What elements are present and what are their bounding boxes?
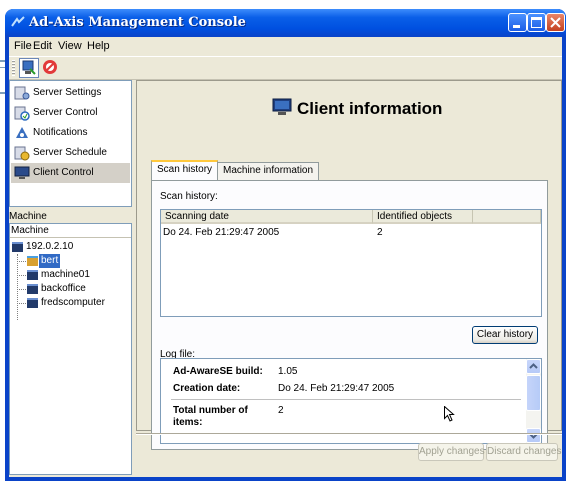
log-value-build: 1.05: [278, 366, 298, 377]
log-key-creation-date: Creation date:: [173, 383, 241, 394]
menu-view[interactable]: View: [58, 40, 82, 52]
log-divider: [171, 399, 521, 400]
toolbar-grip[interactable]: [12, 60, 15, 76]
footer-divider: [136, 433, 562, 435]
clear-history-button[interactable]: Clear history: [472, 326, 538, 344]
app-window: Ad-Axis Management Console File Edit Vie…: [5, 9, 566, 481]
tree-connector: [17, 254, 18, 320]
sidebar-item-client-control[interactable]: Client Control: [11, 163, 130, 183]
computer-icon: [12, 242, 23, 252]
scan-tool-button[interactable]: [41, 58, 61, 78]
maximize-button[interactable]: [527, 13, 546, 32]
apply-changes-button[interactable]: Apply changes: [418, 443, 485, 461]
computer-icon: [27, 284, 38, 294]
sidebar-item-label: Notifications: [33, 127, 88, 138]
menu-file[interactable]: File: [14, 40, 32, 52]
log-key-total-items: Total number of items:: [173, 405, 248, 428]
machine-tree: Machine 192.0.2.10 bert machine01 backof…: [9, 223, 132, 475]
server-schedule-icon: [14, 145, 30, 161]
scroll-thumb[interactable]: [526, 375, 541, 411]
sidebar-nav: Server Settings Server Control Notificat…: [9, 80, 132, 207]
client-info-panel: Client information Scan history Machine …: [136, 80, 562, 450]
close-button[interactable]: [546, 13, 565, 32]
sidebar-item-notifications[interactable]: Notifications: [11, 123, 130, 143]
window-title: Ad-Axis Management Console: [29, 15, 246, 30]
tree-connector: [17, 289, 26, 290]
log-value-creation-date: Do 24. Feb 21:29:47 2005: [278, 383, 395, 394]
table-row-objects[interactable]: 2: [377, 227, 383, 238]
toolbar: [9, 56, 562, 80]
chevron-down-icon: [529, 433, 538, 439]
panel-title: Client information: [297, 99, 443, 118]
computer-icon: [27, 298, 38, 308]
computer-icon: [27, 256, 38, 266]
log-key-build: Ad-AwareSE build:: [173, 366, 263, 377]
tree-node-label: bert: [39, 254, 61, 268]
scan-history-list[interactable]: Scanning date Identified objects Do 24. …: [160, 209, 542, 317]
log-value-total-items: 2: [278, 405, 284, 416]
maximize-icon: [531, 17, 542, 28]
computer-icon: [27, 270, 38, 280]
menu-help[interactable]: Help: [87, 40, 110, 52]
sidebar-item-server-control[interactable]: Server Control: [11, 103, 130, 123]
machine-tree-header[interactable]: Machine: [10, 224, 131, 238]
log-scrollbar[interactable]: [526, 359, 541, 443]
machine-section-label: Machine: [9, 211, 47, 222]
no-entry-icon: [43, 60, 57, 74]
minimize-button[interactable]: [508, 13, 527, 32]
notifications-icon: [14, 125, 30, 141]
tab-content: Scan history: Scanning date Identified o…: [151, 180, 548, 450]
server-control-icon: [14, 105, 30, 121]
chevron-up-icon: [529, 363, 538, 369]
server-settings-icon: [14, 85, 30, 101]
sidebar-item-label: Server Schedule: [33, 147, 107, 158]
mouse-cursor-icon: [444, 405, 455, 425]
computer-icon: [22, 60, 36, 75]
app-icon: [11, 16, 25, 28]
scroll-up-button[interactable]: [526, 359, 541, 374]
table-row-date[interactable]: Do 24. Feb 21:29:47 2005: [163, 227, 279, 238]
tree-connector: [17, 303, 26, 304]
tree-node-label: 192.0.2.10: [26, 241, 74, 252]
column-header-scanning-date[interactable]: Scanning date: [161, 210, 373, 224]
monitor-icon: [14, 165, 30, 181]
tree-node-label: machine01: [41, 269, 90, 280]
client-tool-button[interactable]: [19, 58, 39, 78]
scan-history-label: Scan history:: [160, 191, 218, 202]
title-bar[interactable]: Ad-Axis Management Console: [5, 9, 566, 37]
discard-changes-button[interactable]: Discard changes: [486, 443, 561, 461]
sidebar-item-server-schedule[interactable]: Server Schedule: [11, 143, 130, 163]
minimize-icon: [513, 25, 520, 28]
menu-bar: File Edit View Help: [9, 37, 562, 55]
monitor-icon: [272, 97, 292, 117]
sidebar-item-server-settings[interactable]: Server Settings: [11, 83, 130, 103]
log-file-box[interactable]: Ad-AwareSE build: 1.05 Creation date: Do…: [160, 358, 542, 444]
sidebar-item-label: Client Control: [33, 167, 94, 178]
close-icon: [550, 17, 561, 28]
window-client-area: File Edit View Help Server Settings Serv…: [9, 37, 562, 477]
sidebar-item-label: Server Settings: [33, 87, 102, 98]
sidebar-item-label: Server Control: [33, 107, 98, 118]
tab-scan-history[interactable]: Scan history: [151, 160, 219, 180]
column-header-identified-objects[interactable]: Identified objects: [373, 210, 473, 224]
menu-edit[interactable]: Edit: [33, 40, 52, 52]
tree-node-label: fredscomputer: [41, 297, 105, 308]
column-header-empty: [473, 210, 541, 224]
tree-connector: [17, 261, 26, 262]
tab-machine-information[interactable]: Machine information: [217, 162, 320, 180]
tree-connector: [17, 275, 26, 276]
tree-node-label: backoffice: [41, 283, 86, 294]
scroll-down-button[interactable]: [526, 428, 541, 443]
